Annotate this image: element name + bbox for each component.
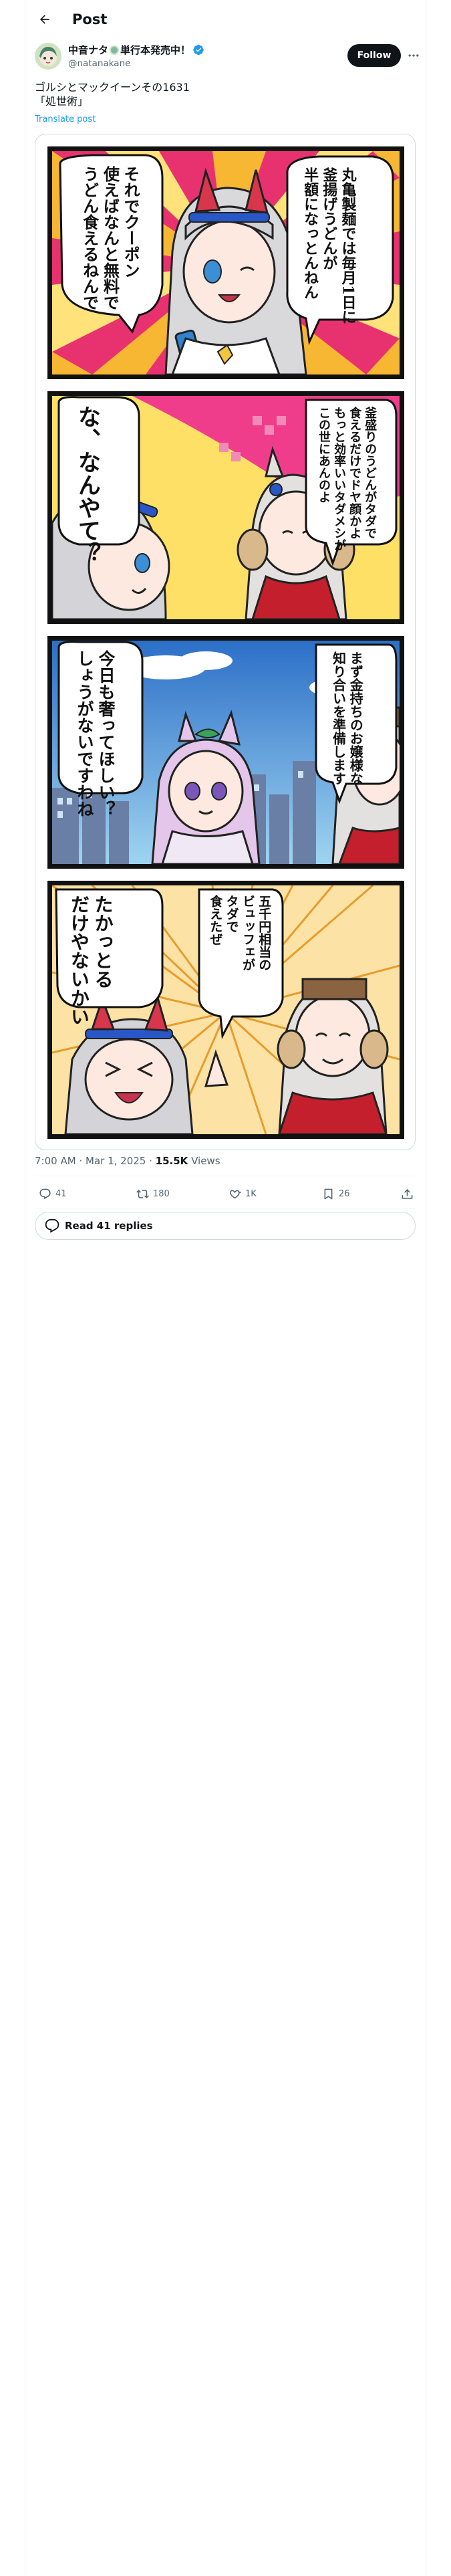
author-handle[interactable]: @natanakane xyxy=(68,58,204,69)
page-title: Post xyxy=(72,11,108,27)
bookmark-count: 26 xyxy=(339,1188,350,1199)
repost-count: 180 xyxy=(153,1188,170,1199)
globe-emoji-icon xyxy=(110,45,120,55)
reply-count: 41 xyxy=(55,1188,67,1199)
comic-panel-2: な、なんやて？ 釜盛りのうどんがタダで 食えるだけでドヤ顔かよ もっと効率いいタ… xyxy=(47,391,404,624)
panel-2-bubble-left: な、なんやて？ xyxy=(73,405,101,564)
follow-button[interactable]: Follow xyxy=(347,44,401,67)
panel-1-bubble-left: それでクーポン 使えばなんと無料で うどん食えるねんで xyxy=(80,166,141,310)
like-button[interactable]: 1K xyxy=(229,1180,257,1207)
panel-2-bubble-right: 釜盛りのうどんがタダで 食えるだけでドヤ顔かよ もっと効率いいタダメシが この世… xyxy=(317,407,378,551)
tweet-line-2: 「処世術」 xyxy=(35,95,89,108)
post-timestamp: 7:00 AM · Mar 1, 2025 · 15.5K Views xyxy=(35,1155,220,1167)
share-icon xyxy=(402,1188,413,1199)
display-name[interactable]: 中音ナタ 単行本発売中！ xyxy=(68,43,204,57)
more-options-button[interactable] xyxy=(405,47,422,64)
bookmark-icon xyxy=(324,1188,333,1199)
meta-separator-1: · xyxy=(79,1155,83,1167)
views-count: 15.5K xyxy=(155,1155,188,1167)
panel-3-bubble-right: まず金持ちのお嬢様な 知り合いを準備します xyxy=(330,651,364,785)
reply-bubble-icon xyxy=(45,1218,59,1233)
like-count: 1K xyxy=(245,1188,257,1199)
bookmark-button[interactable]: 26 xyxy=(322,1180,350,1207)
tweet-media-comic[interactable]: それでクーポン 使えばなんと無料で うどん食えるねんで 丸亀製麺では毎月1日に … xyxy=(35,134,416,1150)
heart-icon xyxy=(230,1190,241,1198)
arrow-left-icon xyxy=(40,15,49,24)
meta-separator-2: · xyxy=(149,1155,152,1167)
tweet-text: ゴルシとマックイーンその1631 「処世術」 xyxy=(35,80,416,108)
top-bar: Post xyxy=(25,0,426,39)
tweet-line-1: ゴルシとマックイーンその1631 xyxy=(35,81,190,94)
panel-4-bubble-right: 五千円相当の ビュッフェが タダで 食えたぜ xyxy=(208,895,272,971)
more-horizontal-icon xyxy=(408,54,419,57)
author-names: 中音ナタ 単行本発売中！ @natanakane xyxy=(68,43,204,69)
comic-panel-4: たかっとる だけやないかい 五千円相当の ビュッフェが タダで 食えたぜ xyxy=(47,881,404,1139)
repost-button[interactable]: 180 xyxy=(136,1180,170,1207)
verified-badge-icon xyxy=(193,44,204,56)
panel-4-bubble-left: たかっとる だけやないかい xyxy=(67,895,114,1026)
post-date[interactable]: Mar 1, 2025 xyxy=(86,1155,146,1167)
views-label: Views xyxy=(191,1155,220,1167)
translate-post-link[interactable]: Translate post xyxy=(35,114,96,124)
back-button[interactable] xyxy=(33,8,56,31)
comic-panel-3: 今日も奢ってほしい？ しょうがないですわね まず金持ちのお嬢様な 知り合いを準備… xyxy=(47,636,404,869)
reply-icon xyxy=(39,1188,51,1199)
read-replies-label: Read 41 replies xyxy=(65,1220,153,1232)
reply-button[interactable]: 41 xyxy=(39,1180,67,1207)
comic-panel-1: それでクーポン 使えばなんと無料で うどん食えるねんで 丸亀製麺では毎月1日に … xyxy=(47,146,404,379)
panel-1-bubble-right: 丸亀製麺では毎月1日に 釜揚げうどんが 半額になっとんねん xyxy=(301,167,357,325)
panel-3-bubble-left: 今日も奢ってほしい？ しょうがないですわね xyxy=(75,650,116,817)
display-name-suffix: 単行本発売中！ xyxy=(120,44,191,56)
post-time[interactable]: 7:00 AM xyxy=(35,1155,76,1167)
repost-icon xyxy=(136,1189,149,1198)
share-button[interactable] xyxy=(401,1180,418,1207)
read-replies-button[interactable]: Read 41 replies xyxy=(35,1212,416,1240)
display-name-prefix: 中音ナタ xyxy=(68,44,109,56)
author-row: 中音ナタ 単行本発売中！ @natanakane Follow xyxy=(35,41,422,72)
avatar[interactable] xyxy=(35,43,61,70)
action-bar: 41 180 1K 26 xyxy=(35,1180,416,1207)
